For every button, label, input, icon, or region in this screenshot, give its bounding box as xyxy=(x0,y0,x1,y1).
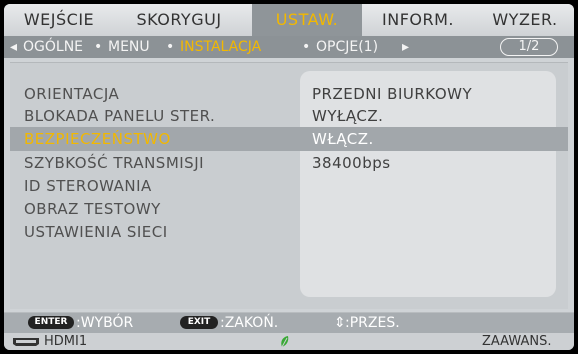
menu-item-orientacja[interactable]: ORIENTACJA xyxy=(24,83,119,105)
menu-item-blokada-panelu[interactable]: BLOKADA PANELU STER. xyxy=(24,105,215,127)
bullet-icon: • xyxy=(94,39,103,55)
value-szybkosc-transmisji: 38400bps xyxy=(312,154,391,172)
subtab-opcje1[interactable]: OPCJE(1) xyxy=(316,36,378,58)
input-source: HDMI1 xyxy=(44,334,88,349)
tab-ustaw[interactable]: USTAW. xyxy=(252,4,362,36)
updown-arrow-icon: ⇕ xyxy=(334,315,346,331)
menu-item-obraz-testowy[interactable]: OBRAZ TESTOWY xyxy=(24,198,161,220)
menu-item-ustawienia-sieci[interactable]: USTAWIENIA SIECI xyxy=(24,221,168,243)
subtab-instalacja[interactable]: INSTALACJA xyxy=(180,36,261,58)
enter-hint: :WYBÓR xyxy=(76,315,134,331)
subtab-ogolne[interactable]: OGÓLNE xyxy=(23,36,83,58)
status-bar: HDMI1 ZAAWANS. xyxy=(4,333,574,350)
arrow-left-icon[interactable]: ◂ xyxy=(10,36,17,58)
projector-menu-window: WEJŚCIE SKORYGUJ USTAW. INFORM. WYZER. ◂… xyxy=(4,4,574,350)
eco-leaf-icon xyxy=(281,336,289,348)
arrow-right-icon[interactable]: ▸ xyxy=(402,36,409,58)
subtab-menu[interactable]: MENU xyxy=(108,36,150,58)
menu-mode: ZAAWANS. xyxy=(482,334,552,349)
hdmi-connector-icon xyxy=(13,338,39,346)
menu-item-id-sterowania[interactable]: ID STEROWANIA xyxy=(24,175,152,197)
bullet-icon: • xyxy=(302,39,311,55)
move-hint: :PRZES. xyxy=(345,315,400,331)
page-indicator: 1/2 xyxy=(500,38,558,56)
menu-content: ORIENTACJA PRZEDNI BIURKOWY BLOKADA PANE… xyxy=(10,62,568,309)
tab-wejscie[interactable]: WEJŚCIE xyxy=(6,4,112,36)
tab-inform[interactable]: INFORM. xyxy=(366,4,470,36)
exit-key-icon: EXIT xyxy=(180,316,218,329)
menu-item-szybkosc-transmisji[interactable]: SZYBKOŚĆ TRANSMISJI xyxy=(24,152,204,174)
value-bezpieczenstwo: WŁĄCZ. xyxy=(312,130,374,148)
main-tab-bar: WEJŚCIE SKORYGUJ USTAW. INFORM. WYZER. xyxy=(4,4,574,36)
key-help-bar: ENTER :WYBÓR EXIT :ZAKOŃ. ⇕ :PRZES. xyxy=(4,312,574,333)
bullet-icon: • xyxy=(166,39,175,55)
value-orientacja: PRZEDNI BIURKOWY xyxy=(312,85,473,103)
menu-item-bezpieczenstwo[interactable]: BEZPIECZEŃSTWO xyxy=(24,128,171,150)
enter-key-icon: ENTER xyxy=(28,316,74,329)
sub-tab-bar: ◂ OGÓLNE • MENU • INSTALACJA • OPCJE(1) … xyxy=(4,36,574,58)
value-blokada-panelu: WYŁĄCZ. xyxy=(312,107,384,125)
exit-hint: :ZAKOŃ. xyxy=(220,315,279,331)
tab-skoryguj[interactable]: SKORYGUJ xyxy=(114,4,244,36)
tab-wyzer[interactable]: WYZER. xyxy=(476,4,574,36)
